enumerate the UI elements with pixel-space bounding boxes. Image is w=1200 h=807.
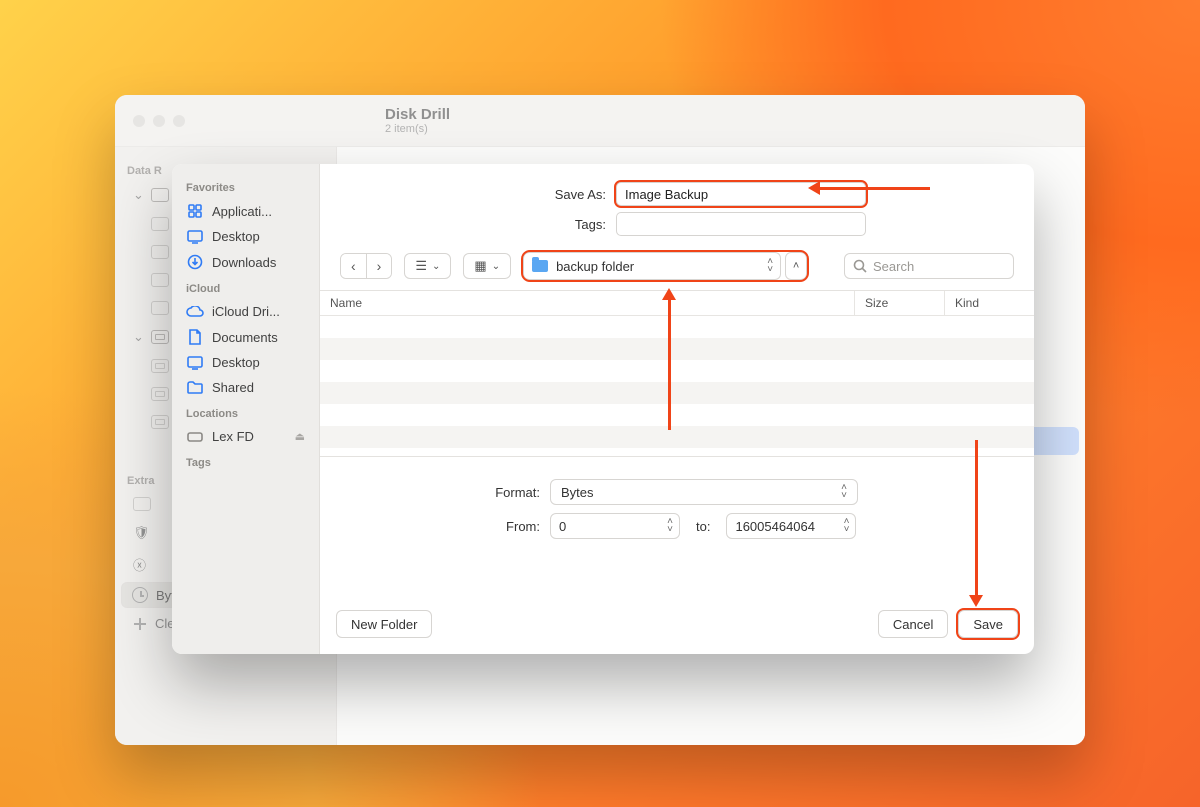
chevron-up-icon: ˄ <box>793 260 799 272</box>
chevron-down-icon: ⌄ <box>432 261 440 272</box>
search-input[interactable]: Search <box>844 253 1014 279</box>
downloads-icon <box>186 254 204 270</box>
button-row: New Folder Cancel Save <box>320 598 1034 654</box>
location-popup[interactable]: backup folder ˄˅ <box>523 252 781 280</box>
format-select[interactable]: Bytes ˄˅ <box>550 479 858 505</box>
forward-button[interactable]: › <box>366 254 392 278</box>
search-placeholder: Search <box>873 259 914 274</box>
save-as-label: Save As: <box>356 187 606 202</box>
window-title: Disk Drill <box>385 106 450 123</box>
zoom-icon[interactable] <box>173 115 185 127</box>
sidebar-item-label: Applicati... <box>212 204 272 219</box>
shield-icon: 🛡 <box>133 525 150 541</box>
chevron-down-icon: ⌄ <box>492 261 500 272</box>
sidebar-item-downloads[interactable]: Downloads <box>180 249 311 275</box>
circle-x-icon: ⓧ <box>133 555 146 574</box>
sidebar-section-icloud: iCloud <box>180 275 311 299</box>
column-name[interactable]: Name <box>320 291 854 315</box>
annotation-arrow <box>975 440 978 595</box>
document-icon <box>186 329 204 345</box>
disk-icon <box>186 431 204 443</box>
list-icon: ☰ <box>415 258 427 274</box>
sidebar-section-tags: Tags <box>180 449 311 473</box>
updown-icon: ˄˅ <box>767 258 772 274</box>
app-icon <box>186 203 204 219</box>
annotation-arrow <box>820 187 930 190</box>
to-value: 16005464064 <box>735 519 815 534</box>
format-label: Format: <box>340 485 540 500</box>
tags-label: Tags: <box>356 217 606 232</box>
format-value: Bytes <box>561 485 594 500</box>
cloud-icon <box>186 306 204 318</box>
search-icon <box>853 259 867 273</box>
from-value: 0 <box>559 519 566 534</box>
from-label: From: <box>340 519 540 534</box>
sidebar-item-label: Shared <box>212 380 254 395</box>
sidebar-section-favorites: Favorites <box>180 174 311 198</box>
traffic-lights[interactable] <box>115 115 185 127</box>
from-input[interactable]: 0 ˄˅ <box>550 513 680 539</box>
folder-icon <box>532 260 548 272</box>
sidebar-item-label: Desktop <box>212 229 260 244</box>
save-toolbar: ‹ › ☰⌄ ▦⌄ backup folder ˄˅ ˄ Search <box>320 248 1034 290</box>
save-button[interactable]: Save <box>958 610 1018 638</box>
clock-icon <box>132 587 148 603</box>
nav-back-forward[interactable]: ‹ › <box>340 253 392 279</box>
view-grid-button[interactable]: ▦⌄ <box>463 253 511 279</box>
sidebar-item-shared[interactable]: Shared <box>180 375 311 400</box>
save-as-input[interactable] <box>616 182 866 206</box>
to-input[interactable]: 16005464064 ˄˅ <box>726 513 856 539</box>
updown-icon: ˄˅ <box>841 484 847 500</box>
sidebar-item-label: Documents <box>212 330 278 345</box>
sidebar-section-locations: Locations <box>180 400 311 424</box>
sidebar-item-icloud-drive[interactable]: iCloud Dri... <box>180 299 311 324</box>
desktop-icon <box>186 230 204 244</box>
close-icon[interactable] <box>133 115 145 127</box>
location-label: backup folder <box>556 259 634 274</box>
sidebar-item-label: Desktop <box>212 355 260 370</box>
stepper-icon[interactable]: ˄˅ <box>667 518 673 534</box>
tags-input[interactable] <box>616 212 866 236</box>
column-kind[interactable]: Kind <box>944 291 1034 315</box>
view-list-button[interactable]: ☰⌄ <box>404 253 451 279</box>
sidebar-item-desktop[interactable]: Desktop <box>180 224 311 249</box>
save-sidebar: Favorites Applicati... Desktop Downloads… <box>172 164 320 654</box>
sidebar-item-label: iCloud Dri... <box>212 304 280 319</box>
photo-icon <box>133 497 151 511</box>
file-list: Name Size Kind <box>320 290 1034 457</box>
titlebar: Disk Drill 2 item(s) <box>115 95 1085 147</box>
column-size[interactable]: Size <box>854 291 944 315</box>
folder-icon <box>186 381 204 394</box>
collapse-button[interactable]: ˄ <box>785 252 807 280</box>
sheet-main: Save As: Tags: ‹ › ☰⌄ ▦⌄ backup folder ˄… <box>320 164 1034 654</box>
cancel-button[interactable]: Cancel <box>878 610 948 638</box>
minimize-icon[interactable] <box>153 115 165 127</box>
sidebar-item-label: Downloads <box>212 255 276 270</box>
sidebar-item-desktop-2[interactable]: Desktop <box>180 350 311 375</box>
list-body[interactable] <box>320 316 1034 456</box>
new-folder-button[interactable]: New Folder <box>336 610 432 638</box>
sidebar-item-lex-fd[interactable]: Lex FD ⏏ <box>180 424 311 449</box>
back-button[interactable]: ‹ <box>341 254 366 278</box>
eject-icon[interactable]: ⏏ <box>295 430 305 443</box>
sidebar-item-documents[interactable]: Documents <box>180 324 311 350</box>
stepper-icon[interactable]: ˄˅ <box>844 518 850 534</box>
annotation-arrow <box>668 300 671 430</box>
desktop-icon <box>186 356 204 370</box>
list-header[interactable]: Name Size Kind <box>320 291 1034 316</box>
save-sheet: Favorites Applicati... Desktop Downloads… <box>172 164 1034 654</box>
grid-icon: ▦ <box>474 258 486 274</box>
sparkle-icon <box>133 617 147 631</box>
window-subtitle: 2 item(s) <box>385 123 450 135</box>
to-label: to: <box>690 519 716 534</box>
sidebar-item-label: Lex FD <box>212 429 254 444</box>
sidebar-item-applications[interactable]: Applicati... <box>180 198 311 224</box>
